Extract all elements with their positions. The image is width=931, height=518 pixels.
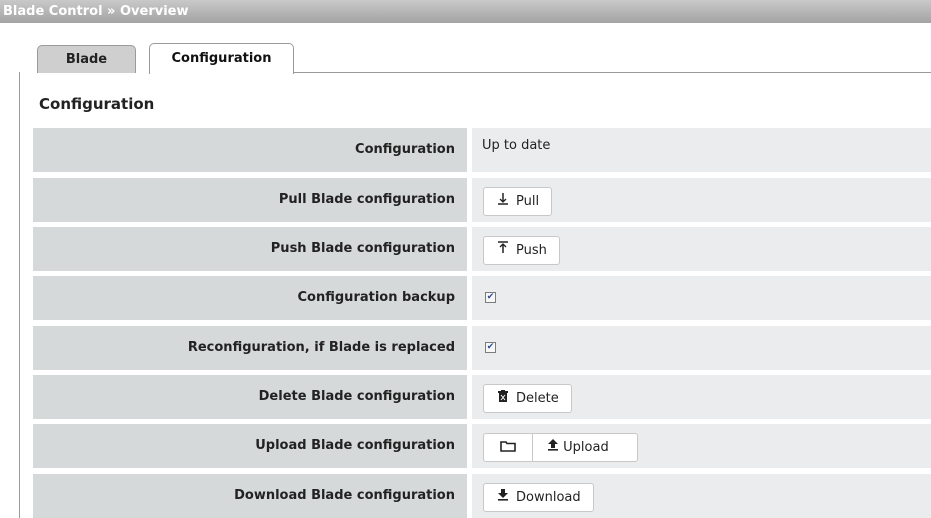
folder-icon (500, 440, 516, 455)
breadcrumb: Blade Control » Overview (0, 0, 931, 23)
row-configuration-backup: Configuration backup ✔ (33, 276, 931, 320)
row-download: Download Blade configuration Download (33, 474, 931, 518)
download-icon (496, 484, 510, 511)
browse-button[interactable] (483, 433, 533, 462)
row-label: Reconfiguration, if Blade is replaced (33, 326, 467, 370)
status-value: Up to date (482, 138, 551, 153)
upload-icon (547, 439, 563, 455)
reconfiguration-checkbox[interactable]: ✔ (485, 342, 496, 353)
upload-label: Upload (563, 440, 609, 455)
row-label: Delete Blade configuration (33, 375, 467, 419)
delete-button[interactable]: Delete (483, 384, 572, 413)
row-label: Configuration backup (33, 276, 467, 320)
trash-icon (496, 385, 510, 412)
tab-configuration[interactable]: Configuration (149, 43, 294, 74)
row-label: Upload Blade configuration (33, 424, 467, 468)
push-label: Push (516, 243, 547, 258)
push-button[interactable]: Push (483, 236, 560, 265)
download-button[interactable]: Download (483, 483, 594, 512)
row-configuration-status: Configuration Up to date (33, 128, 931, 172)
delete-label: Delete (516, 391, 559, 406)
row-label: Pull Blade configuration (33, 178, 467, 222)
row-upload: Upload Blade configuration Upload (33, 424, 931, 468)
section-title: Configuration (39, 95, 155, 113)
push-icon (496, 237, 510, 264)
row-label: Download Blade configuration (33, 474, 467, 518)
pull-label: Pull (516, 194, 540, 209)
tab-bar: Blade Configuration (19, 43, 931, 74)
backup-checkbox[interactable]: ✔ (485, 292, 496, 303)
download-label: Download (516, 490, 581, 505)
row-label: Push Blade configuration (33, 227, 467, 271)
tab-blade[interactable]: Blade (37, 45, 136, 73)
upload-button[interactable]: Upload (532, 433, 638, 462)
pull-icon (496, 188, 510, 215)
row-delete: Delete Blade configuration Delete (33, 375, 931, 419)
row-push: Push Blade configuration Push (33, 227, 931, 271)
row-pull: Pull Blade configuration Pull (33, 178, 931, 222)
row-label: Configuration (33, 128, 467, 172)
pull-button[interactable]: Pull (483, 187, 553, 216)
row-reconfiguration: Reconfiguration, if Blade is replaced ✔ (33, 326, 931, 370)
